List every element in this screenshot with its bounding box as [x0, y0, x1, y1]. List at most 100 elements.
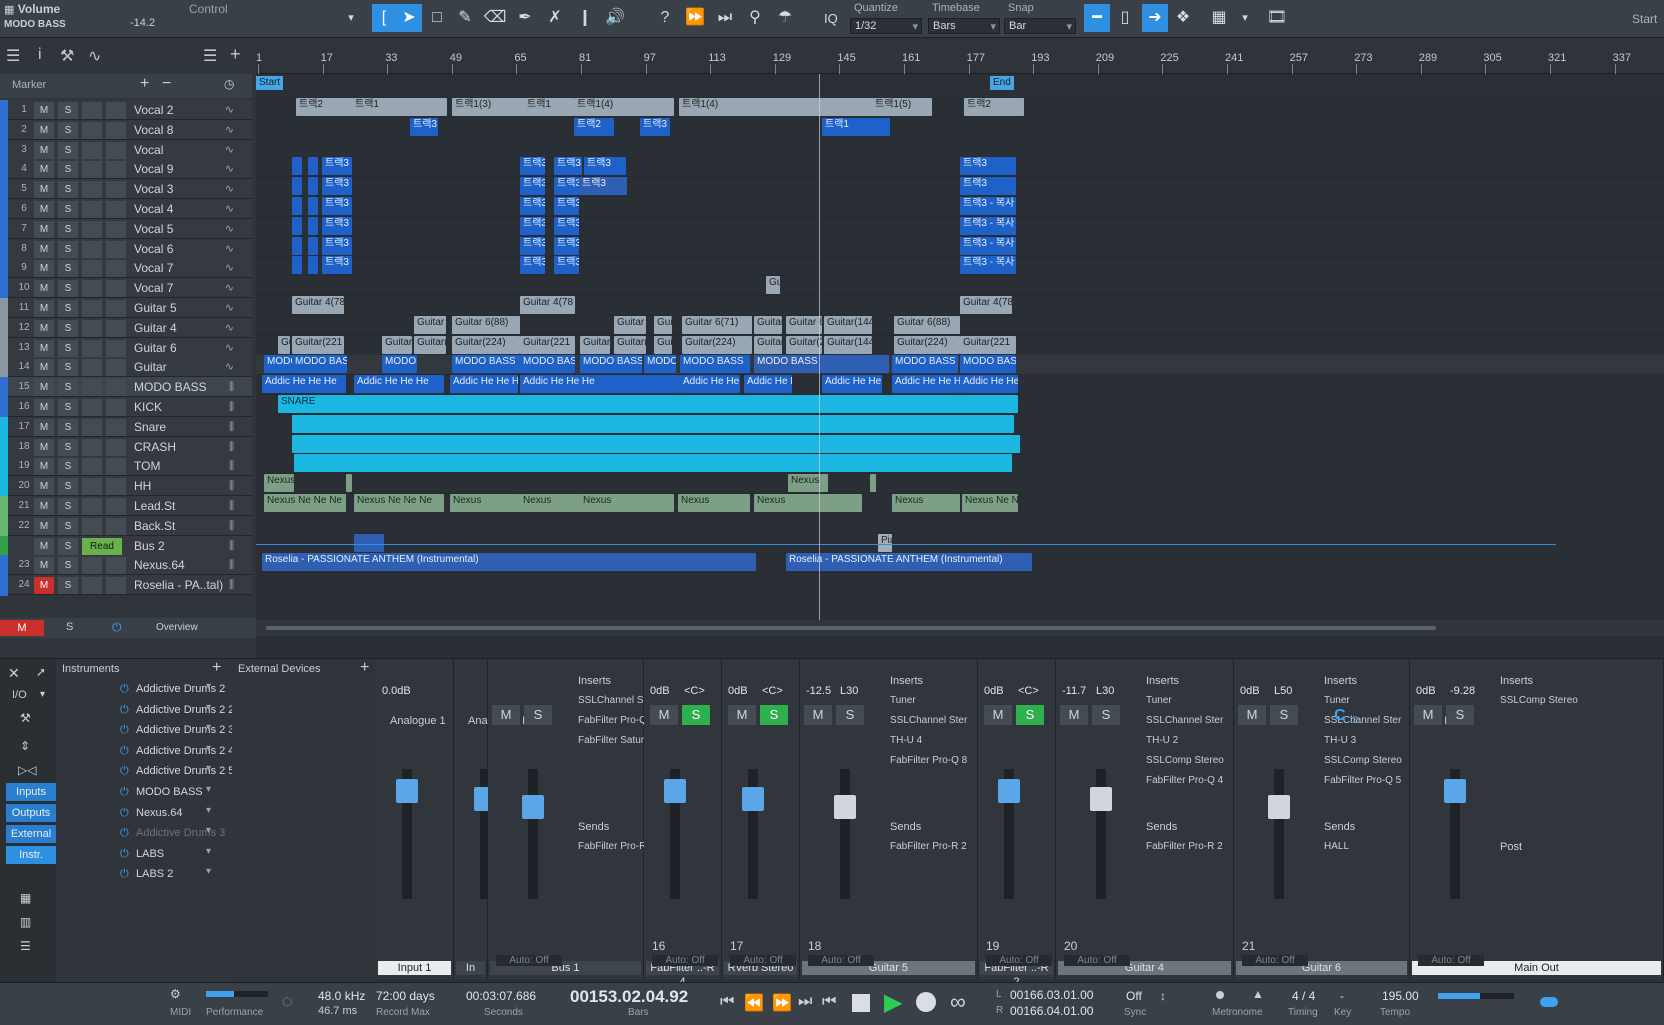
- clip[interactable]: 트랙3: [554, 236, 579, 255]
- monitor-icon[interactable]: [106, 181, 126, 199]
- track-lane[interactable]: Nexus Ne Ne Ne Nexus Ne Ne Ne Nexus Nexus Ne…: [256, 494, 1664, 514]
- monitor-icon[interactable]: [106, 201, 126, 218]
- pin-icon[interactable]: ➚: [36, 665, 46, 679]
- clip[interactable]: 트랙3: [640, 117, 670, 136]
- track-name[interactable]: Vocal 4: [134, 199, 173, 220]
- track-header[interactable]: 11 M S Guitar 5 ∿: [0, 298, 252, 319]
- monitor-icon[interactable]: [106, 458, 126, 476]
- monitor-icon[interactable]: [106, 399, 126, 416]
- side-tab-inputs[interactable]: Inputs: [6, 783, 56, 801]
- mute-button[interactable]: M: [650, 705, 678, 725]
- monitor-icon[interactable]: [106, 498, 126, 515]
- parameter-value[interactable]: -14.2: [130, 17, 155, 30]
- clip[interactable]: Guitar(221: [960, 335, 1016, 354]
- solo-button[interactable]: S: [58, 458, 78, 476]
- solo-button[interactable]: S: [58, 537, 78, 555]
- track-lane[interactable]: 트랙3 트랙3 트랙3 트랙3 - 복사: [256, 236, 1664, 257]
- pan-readout[interactable]: <C>: [1018, 685, 1039, 697]
- horizontal-scrollbar[interactable]: [256, 620, 1664, 636]
- track-header[interactable]: 9 M S Vocal 7 ∿: [0, 258, 252, 280]
- clip[interactable]: Guitar 6(88): [452, 315, 520, 334]
- track-name[interactable]: Vocal 8: [134, 120, 173, 141]
- track-name[interactable]: CRASH: [134, 437, 176, 458]
- track-lane[interactable]: Guitar 4(78 Guitar 4(78 Guitar 4(78: [256, 296, 1664, 316]
- loop-start-value[interactable]: 00166.03.01.00: [1010, 988, 1093, 1002]
- automation-mode[interactable]: Auto: Off: [808, 955, 874, 966]
- automation-read-button[interactable]: Read: [82, 537, 122, 555]
- clip[interactable]: 트랙3: [322, 157, 352, 176]
- solo-button[interactable]: S: [58, 438, 78, 456]
- forward-end-icon[interactable]: ⏭: [798, 993, 812, 1011]
- mute-button[interactable]: M: [34, 220, 54, 238]
- solo-button[interactable]: S: [58, 220, 78, 238]
- clip[interactable]: Nexus: [580, 494, 674, 512]
- mute-button[interactable]: M: [34, 141, 54, 159]
- clip[interactable]: 트랙3: [322, 256, 352, 275]
- key-value[interactable]: -: [1340, 989, 1344, 1003]
- track-name[interactable]: Roselia - PA..tal): [134, 575, 223, 596]
- track-header[interactable]: 17 M S Snare ⫼: [0, 416, 252, 438]
- clip[interactable]: [294, 454, 1012, 473]
- channel-name[interactable]: Input 1: [378, 961, 451, 975]
- fader-cap[interactable]: [1090, 787, 1112, 811]
- track-lane[interactable]: Nexus Nexus: [256, 474, 1664, 495]
- track-header[interactable]: 4 M S Vocal 9 ∿: [0, 159, 252, 181]
- clip[interactable]: MODO BASS: [892, 355, 958, 374]
- clip[interactable]: Guitar 4(78: [960, 296, 1012, 314]
- iq-button[interactable]: IQ: [824, 11, 838, 26]
- clip[interactable]: Guitar(221: [754, 335, 782, 354]
- clip[interactable]: 트랙3: [322, 197, 352, 215]
- track-header[interactable]: M S Read Bus 2 ⫼: [0, 535, 252, 557]
- clip[interactable]: Guitar 4(78: [520, 296, 575, 314]
- clip[interactable]: Guitar 6(88): [414, 315, 446, 334]
- monitor-icon[interactable]: [106, 141, 126, 159]
- mute-button[interactable]: M: [1238, 705, 1266, 725]
- track-lane[interactable]: Guitar 4(78: [256, 276, 1664, 297]
- volume-readout[interactable]: -11.7: [1062, 685, 1086, 697]
- mixer-channel[interactable]: FabFilter ..-R 20dB<C>MS19Auto: Off: [978, 659, 1056, 988]
- track-lane[interactable]: 트랙3 트랙3 트랙3 트랙3 - 복사: [256, 197, 1664, 217]
- clip[interactable]: Guitar(224): [682, 335, 752, 354]
- track-lane[interactable]: Roselia - PASSIONATE ANTHEM (Instrumenta…: [256, 553, 1664, 574]
- clip[interactable]: 트랙3: [554, 177, 579, 196]
- record-arm-icon[interactable]: [82, 438, 102, 456]
- track-lane[interactable]: [256, 434, 1664, 455]
- record-arm-icon[interactable]: [82, 498, 102, 515]
- list-icon[interactable]: ☰: [203, 46, 217, 66]
- clip[interactable]: [292, 157, 302, 176]
- fader-cap[interactable]: [664, 779, 686, 803]
- solo-button[interactable]: S: [58, 161, 78, 179]
- clip[interactable]: Nexus: [892, 494, 960, 512]
- clip[interactable]: Nexus Ne Ne Ne: [354, 494, 444, 512]
- insert-slot[interactable]: SSLComp Stereo: [1324, 755, 1402, 766]
- film-icon[interactable]: 🎞: [1264, 4, 1290, 32]
- track-name[interactable]: HH: [134, 476, 151, 497]
- toggle-icon[interactable]: [1540, 997, 1558, 1007]
- record-arm-icon[interactable]: [82, 478, 102, 496]
- track-name[interactable]: Vocal 6: [134, 239, 173, 260]
- solo-button[interactable]: S: [58, 280, 78, 298]
- bus-automation-line[interactable]: [256, 544, 1556, 545]
- track-header[interactable]: 12 M S Guitar 4 ∿: [0, 317, 252, 339]
- clip[interactable]: MODO BASS: [644, 355, 676, 374]
- track-header[interactable]: 14 M S Guitar ∿: [0, 357, 252, 379]
- quantize-select[interactable]: 1/32: [850, 18, 922, 34]
- solo-button[interactable]: S: [58, 359, 78, 377]
- clip[interactable]: 트랙1: [524, 98, 574, 116]
- clip[interactable]: 트랙3: [579, 177, 627, 196]
- pencil-tool-icon[interactable]: ✎: [452, 4, 478, 32]
- clip[interactable]: 트랙1(4): [679, 98, 874, 116]
- snap-grid-icon[interactable]: ━: [1084, 4, 1110, 32]
- clip[interactable]: 트랙3: [554, 157, 582, 176]
- fader-cap[interactable]: [742, 787, 764, 811]
- forward-icon[interactable]: ⏩: [682, 4, 708, 32]
- record-arm-icon[interactable]: [82, 181, 102, 199]
- chevron-down-icon[interactable]: ▾: [206, 702, 211, 713]
- send-slot[interactable]: FabFilter Pro-R 2: [890, 841, 967, 852]
- record-arm-icon[interactable]: [82, 141, 102, 159]
- volume-readout[interactable]: 0dB: [984, 685, 1004, 697]
- insert-slot[interactable]: FabFilter Pro-Q 4: [1146, 775, 1223, 786]
- solo-button[interactable]: S: [524, 705, 552, 725]
- monitor-icon[interactable]: [106, 220, 126, 238]
- track-lane[interactable]: [256, 138, 1664, 158]
